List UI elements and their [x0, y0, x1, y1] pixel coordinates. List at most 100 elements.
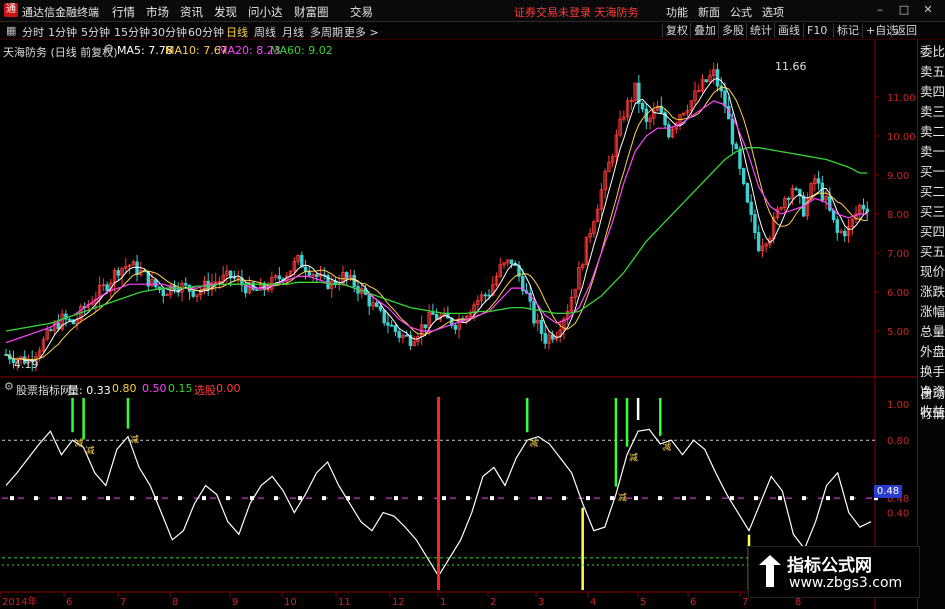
- sub-level-marker: [202, 496, 206, 501]
- sidebar-item-4[interactable]: 卖二: [920, 122, 945, 142]
- sidebar-item-16[interactable]: 换手: [920, 362, 945, 382]
- sidebar-item-1[interactable]: 卖五: [920, 62, 945, 82]
- sub-level-marker: [58, 496, 62, 501]
- x-tick-label: 11: [338, 597, 351, 608]
- chart-area[interactable]: 减减减减减减减 11.00 10.00 9.00 8.00 7.00 6.00 5.00 1.…: [0, 40, 945, 609]
- candle-body: [786, 198, 791, 200]
- sidebar-item-7[interactable]: 买二: [920, 182, 945, 202]
- minimize-icon[interactable]: –: [873, 3, 887, 17]
- tab-period-15min[interactable]: 15分钟: [114, 24, 150, 40]
- draw-line-button[interactable]: 画线: [774, 23, 803, 38]
- tab-period-30min[interactable]: 30分钟: [151, 24, 187, 40]
- price-chart[interactable]: 减减减 减减减减 11.0010.009.008.007.006.005.001.…: [0, 40, 917, 609]
- sidebar-item-13[interactable]: 涨幅: [920, 302, 945, 322]
- sidebar-item-6[interactable]: 买一: [920, 162, 945, 182]
- settings-icon[interactable]: ⚙: [104, 42, 114, 55]
- tab-period-5min[interactable]: 5分钟: [81, 24, 110, 40]
- price-tick-label: 6.00: [887, 288, 909, 299]
- close-icon[interactable]: ✕: [921, 3, 935, 17]
- tab-period-multi[interactable]: 多周期: [310, 24, 343, 40]
- menu-discover[interactable]: 发现: [214, 4, 237, 20]
- x-tick-label: 6: [66, 597, 72, 608]
- menu-quotes[interactable]: 行情: [112, 4, 135, 20]
- sub-level-marker: [514, 496, 518, 501]
- sidebar-item-5[interactable]: 卖一: [920, 142, 945, 162]
- f10-button[interactable]: F10: [803, 23, 830, 38]
- candle-body: [738, 148, 742, 169]
- overlay-button[interactable]: 叠加: [690, 23, 719, 38]
- candle-body: [828, 196, 832, 211]
- sub-level-marker: [634, 496, 638, 501]
- menu-ask[interactable]: 问小达: [248, 4, 283, 20]
- sub-level-marker: [226, 496, 230, 501]
- candle-body: [375, 302, 379, 307]
- sidebar-item-11[interactable]: 现价: [920, 262, 945, 282]
- candle-body: [345, 272, 349, 279]
- candle-body: [640, 103, 645, 110]
- candle-body: [543, 333, 547, 344]
- tab-period-weekly[interactable]: 周线: [254, 24, 276, 40]
- menu-trade[interactable]: 交易: [350, 4, 373, 20]
- stock-name-label: 天海防务 (日线 前复权): [3, 46, 118, 59]
- sub-level-marker: [274, 496, 278, 501]
- candle-body: [453, 324, 458, 330]
- restore-icon[interactable]: □: [897, 3, 911, 17]
- sidebar-item-15[interactable]: 外盘: [920, 342, 945, 362]
- candle-body: [487, 294, 491, 297]
- sidebar-sub-item-1[interactable]: 行情: [920, 404, 945, 424]
- menu-formula[interactable]: 公式: [730, 4, 752, 20]
- menu-market[interactable]: 市场: [146, 4, 169, 20]
- x-tick-label: 9: [232, 597, 238, 608]
- sidebar-item-14[interactable]: 总量: [920, 322, 945, 342]
- sidebar-item-3[interactable]: 卖三: [920, 102, 945, 122]
- menu-news[interactable]: 资讯: [180, 4, 203, 20]
- watermark-title: 指标公式网: [787, 556, 872, 576]
- signal-label: 减: [618, 492, 627, 504]
- signal-label: 减: [130, 434, 139, 446]
- mark-button[interactable]: 标记: [833, 23, 862, 38]
- menu-wealth[interactable]: 财富圈: [294, 4, 329, 20]
- menu-new-page[interactable]: 新面: [698, 4, 720, 20]
- sidebar-item-12[interactable]: 涨跌: [920, 282, 945, 302]
- back-button[interactable]: 返回: [891, 23, 920, 38]
- sub-settings-icon[interactable]: ⚙: [4, 380, 14, 393]
- sidebar-item-2[interactable]: 卖四: [920, 82, 945, 102]
- sub-level-marker: [82, 496, 86, 501]
- x-tick-label: 1: [440, 597, 446, 608]
- sidebar-item-10[interactable]: 买五: [920, 242, 945, 262]
- candle-body: [255, 289, 259, 291]
- menu-function[interactable]: 功能: [666, 4, 688, 20]
- tab-period-monthly[interactable]: 月线: [282, 24, 304, 40]
- candle-body: [423, 324, 428, 329]
- adjust-button[interactable]: 复权: [662, 23, 691, 38]
- candle-body: [715, 69, 720, 87]
- candle-body: [835, 219, 840, 233]
- sidebar-sub-item-0[interactable]: 自动: [920, 384, 945, 404]
- sub-level-marker: [778, 496, 782, 501]
- grid-icon[interactable]: ▦: [6, 24, 16, 37]
- sub-level-marker: [10, 496, 14, 501]
- sub-level-marker: [130, 496, 134, 501]
- statistics-button[interactable]: 统计: [746, 23, 775, 38]
- tab-period-daily[interactable]: 日线: [226, 24, 248, 40]
- tab-period-1min[interactable]: 1分钟: [48, 24, 77, 40]
- candle-body: [730, 118, 735, 145]
- sub-level-marker: [658, 496, 662, 501]
- indicator-value-liang: 量: 0.33: [68, 384, 111, 397]
- high-price-label: 11.66: [775, 60, 807, 73]
- x-tick-label: 12: [392, 597, 405, 608]
- menu-options[interactable]: 选项: [762, 4, 784, 20]
- x-tick-label: 4: [590, 597, 596, 608]
- candle-body: [191, 290, 195, 297]
- sidebar-item-9[interactable]: 买四: [920, 222, 945, 242]
- tab-period-more[interactable]: 更多 >: [344, 24, 379, 40]
- tab-period-intraday[interactable]: 分时: [22, 24, 44, 40]
- sidebar-item-0[interactable]: 委比: [920, 42, 945, 62]
- sidebar-item-8[interactable]: 买三: [920, 202, 945, 222]
- x-tick-label: 2014年: [2, 595, 37, 608]
- signal-label: 减: [529, 437, 538, 449]
- multi-stock-button[interactable]: 多股: [718, 23, 747, 38]
- candle-body: [741, 168, 746, 184]
- sub-level-marker: [370, 496, 374, 501]
- tab-period-60min[interactable]: 60分钟: [188, 24, 224, 40]
